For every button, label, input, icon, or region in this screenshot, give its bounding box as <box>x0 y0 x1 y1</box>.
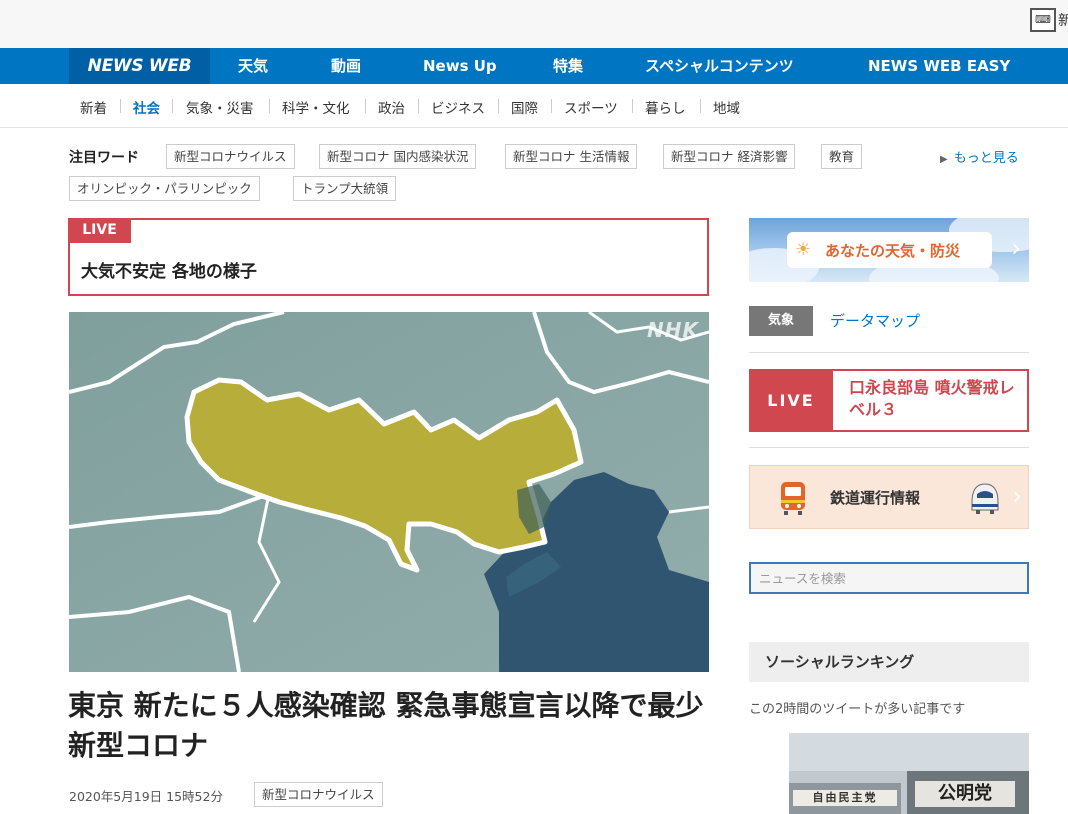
train-icon <box>781 482 805 515</box>
main-nav: NEWS WEB 天気 動画 News Up 特集 スペシャルコンテンツ NEW… <box>0 48 1068 84</box>
nav-item-tokushu[interactable]: 特集 <box>553 48 583 84</box>
divider <box>749 352 1029 353</box>
keyword-tag[interactable]: トランプ大統領 <box>293 176 397 201</box>
news-web-logo[interactable]: NEWS WEB <box>69 48 210 84</box>
triangle-right-icon: ▶ <box>940 154 948 165</box>
divider <box>172 99 173 113</box>
divider <box>632 99 633 113</box>
category-kagaku-bunka[interactable]: 科学・文化 <box>282 97 350 117</box>
weather-banner[interactable]: ☀ あなたの天気・防災 › <box>749 218 1029 282</box>
more-link-label: もっと見る <box>953 151 1019 166</box>
nav-item-special-contents[interactable]: スペシャルコンテンツ <box>645 48 794 84</box>
kisho-badge: 気象 <box>749 306 813 336</box>
live-badge: LIVE <box>68 218 131 243</box>
category-chiiki[interactable]: 地域 <box>713 97 740 117</box>
keywords-title: 注目ワード <box>69 150 139 166</box>
sky-area <box>789 733 1029 771</box>
category-business[interactable]: ビジネス <box>431 97 485 117</box>
weather-label: あなたの天気・防災 <box>825 242 961 260</box>
divider <box>269 99 270 113</box>
divider <box>120 99 121 113</box>
divider <box>418 99 419 113</box>
article-tag[interactable]: 新型コロナウイルス <box>254 782 383 807</box>
divider <box>365 99 366 113</box>
social-ranking-subtitle: この2時間のツイートが多い記事です <box>749 702 966 717</box>
live-banner[interactable]: LIVE 大気不安定 各地の様子 <box>68 218 709 296</box>
train-info-label: 鉄道運行情報 <box>830 489 921 507</box>
nav-item-douga[interactable]: 動画 <box>331 48 361 84</box>
category-shakai[interactable]: 社会 <box>133 97 160 117</box>
keyword-tag[interactable]: 新型コロナ 国内感染状況 <box>319 144 477 169</box>
category-kisho-saigai[interactable]: 気象・災害 <box>186 97 254 117</box>
weather-pill: ☀ あなたの天気・防災 <box>787 232 992 268</box>
category-seiji[interactable]: 政治 <box>378 97 405 117</box>
nav-item-tenki[interactable]: 天気 <box>238 48 268 84</box>
keyword-tag[interactable]: 新型コロナ 経済影響 <box>663 144 796 169</box>
volcano-live-banner[interactable]: LIVE 口永良部島 噴火警戒レベル３ <box>749 369 1029 432</box>
data-map-link[interactable]: データマップ <box>830 310 920 331</box>
live-title[interactable]: 大気不安定 各地の様子 <box>81 257 257 282</box>
category-sports[interactable]: スポーツ <box>564 97 618 117</box>
sign-ldp: 自由民主党 <box>793 790 897 806</box>
volcano-live-text: 口永良部島 噴火警戒レベル３ <box>849 378 1015 419</box>
keyword-tag[interactable]: 教育 <box>821 144 863 169</box>
search-input[interactable] <box>749 562 1029 594</box>
keyboard-icon[interactable]: ⌨ <box>1030 8 1056 32</box>
nav-item-news-web-easy[interactable]: NEWS WEB EASY <box>868 48 1010 84</box>
keyword-tag[interactable]: 新型コロナ 生活情報 <box>505 144 638 169</box>
nav-item-news-up[interactable]: News Up <box>423 48 497 84</box>
category-kokusai[interactable]: 国際 <box>511 97 538 117</box>
tokyo-map <box>69 312 709 672</box>
top-strip <box>0 0 1068 48</box>
ranking-thumbnail[interactable]: 自由民主党 公明党 <box>789 733 1029 814</box>
train-info-banner[interactable]: 鉄道運行情報 › <box>749 465 1029 529</box>
live-badge: LIVE <box>749 369 833 432</box>
more-link[interactable]: ▶ もっと見る <box>940 147 1019 166</box>
shinkansen-icon <box>971 483 999 514</box>
divider <box>498 99 499 113</box>
divider <box>749 447 1029 448</box>
article-date: 2020年5月19日 15時52分 <box>69 789 223 804</box>
keyword-tag[interactable]: 新型コロナウイルス <box>166 144 295 169</box>
article-image-map[interactable]: NHK <box>69 312 709 672</box>
chevron-right-icon: › <box>1012 482 1022 510</box>
category-kurashi[interactable]: 暮らし <box>645 97 686 117</box>
sign-komeito: 公明党 <box>915 781 1015 807</box>
category-shinchaku[interactable]: 新着 <box>80 97 107 117</box>
social-ranking-title: ソーシャルランキング <box>749 642 1029 682</box>
divider <box>551 99 552 113</box>
nhk-watermark: NHK <box>647 318 699 342</box>
divider <box>700 99 701 113</box>
category-bar: 新着 社会 気象・災害 科学・文化 政治 ビジネス 国際 スポーツ 暮らし 地域 <box>0 84 1068 128</box>
sun-cloud-icon: ☀ <box>795 239 812 260</box>
article-headline[interactable]: 東京 新たに５人感染確認 緊急事態宣言以降で最少 新型コロナ <box>68 686 708 766</box>
corner-label[interactable]: 新 <box>1058 10 1068 30</box>
keyword-tag[interactable]: オリンピック・パラリンピック <box>69 176 260 201</box>
chevron-right-icon: › <box>1011 234 1021 262</box>
